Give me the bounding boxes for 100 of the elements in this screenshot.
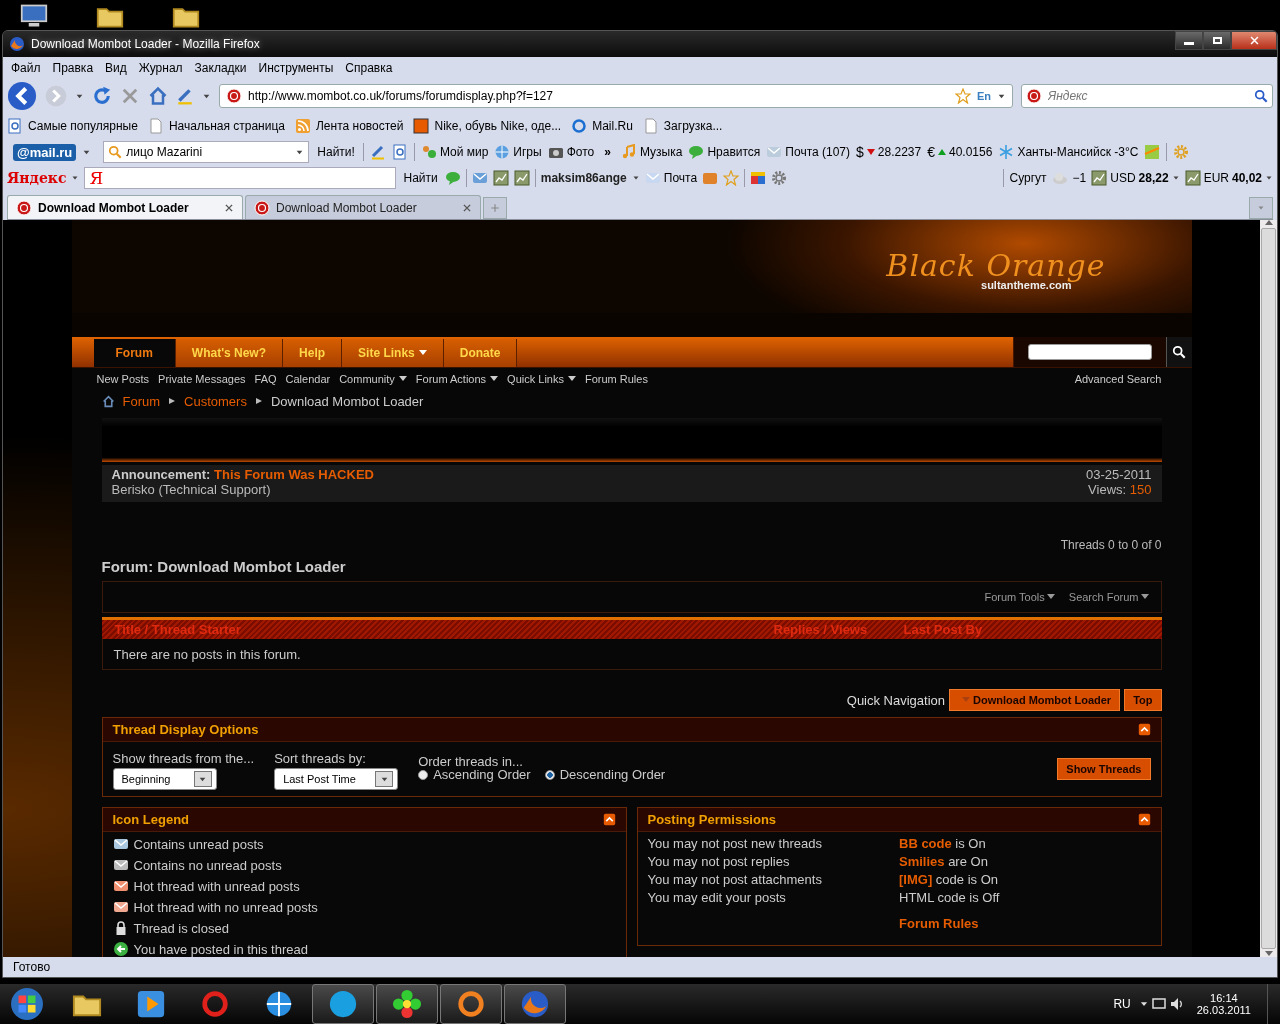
collapse-icon[interactable] (1137, 813, 1151, 826)
advanced-search-link[interactable]: Advanced Search (1074, 373, 1162, 385)
star-icon[interactable] (954, 88, 971, 104)
nav-tab[interactable]: Forum (93, 339, 176, 367)
caret-icon[interactable] (398, 376, 407, 382)
scrollbar[interactable] (1260, 220, 1277, 957)
toolbar-link[interactable]: Фото (566, 145, 595, 159)
menu-item[interactable]: Журнал (138, 61, 183, 75)
cube-icon[interactable] (750, 170, 767, 186)
nav-tab[interactable]: What's New? (175, 339, 284, 367)
pencil-icon[interactable] (176, 87, 194, 105)
forum-rules-link[interactable]: Forum Rules (899, 916, 1151, 931)
menu-item[interactable]: Правка (52, 61, 94, 75)
reload-icon[interactable] (92, 86, 112, 106)
search-field[interactable]: лицо Mazarini (103, 141, 310, 163)
breadcrumb-link[interactable]: Customers (184, 393, 247, 409)
toolbar-link[interactable]: Музыка (639, 145, 683, 159)
taskbar-button[interactable] (440, 984, 502, 1024)
maximize-button[interactable] (1203, 31, 1231, 50)
menu-item[interactable]: Вид (105, 61, 127, 75)
star-icon[interactable] (723, 170, 740, 186)
toolbar-logo[interactable]: Яндекс (7, 170, 67, 186)
exchange-rate[interactable]: 28.2237 (877, 145, 922, 159)
bookmark-link[interactable]: Самые популярные (28, 119, 138, 133)
city-name[interactable]: Сургут (1009, 171, 1047, 185)
announcement-link[interactable]: This Forum Was HACKED (214, 467, 374, 482)
menu-item[interactable]: Справка (345, 61, 393, 75)
collapse-icon[interactable] (1137, 723, 1151, 736)
network-icon[interactable] (1150, 996, 1167, 1012)
subnav-link[interactable]: Forum Actions (415, 373, 487, 385)
caret-icon[interactable] (567, 376, 576, 382)
show-threads-button[interactable]: Show Threads (1057, 758, 1151, 780)
collapse-icon[interactable] (602, 813, 616, 826)
more-link[interactable]: » (600, 145, 615, 159)
search-field[interactable] (1027, 344, 1152, 360)
bookmark-link[interactable]: Mail.Ru (592, 119, 633, 133)
translate-label[interactable]: En (976, 90, 991, 102)
close-button[interactable] (1231, 31, 1277, 50)
currency-value[interactable]: 40,02 (1231, 171, 1262, 185)
caret-icon[interactable] (490, 376, 499, 382)
subnav-link[interactable]: Calendar (285, 373, 331, 385)
subnav-link[interactable]: Community (339, 373, 395, 385)
toolbar-logo[interactable]: @mail.ru (13, 143, 77, 161)
pencil-icon[interactable] (369, 144, 386, 160)
forum-jump-button[interactable]: Download Mombot Loader (949, 689, 1121, 711)
temperature[interactable]: −1 (1072, 171, 1087, 185)
toolbar-link[interactable]: Игры (513, 145, 542, 159)
menu-item[interactable]: Файл (11, 61, 41, 75)
search-field[interactable]: Я (84, 167, 397, 189)
home-icon[interactable] (148, 86, 168, 106)
monitor-icon[interactable] (20, 2, 48, 30)
close-icon[interactable] (224, 202, 234, 213)
bookmark-link[interactable]: Загрузка... (663, 119, 723, 133)
back-icon[interactable] (7, 81, 37, 111)
top-button[interactable]: Top (1124, 689, 1162, 711)
bookmark-link[interactable]: Nike, обувь Nike, оде... (434, 119, 562, 133)
subnav-link[interactable]: New Posts (96, 373, 150, 385)
menu-item[interactable]: Инструменты (258, 61, 334, 75)
toolbar-link[interactable]: Почта (107) (785, 145, 850, 159)
subnav-link[interactable]: Quick Links (507, 373, 564, 385)
browser-tab[interactable]: Download Mombot Loader (245, 195, 481, 219)
search-icon[interactable] (1254, 89, 1268, 103)
currency-label[interactable]: EUR (1203, 171, 1229, 185)
exchange-rate[interactable]: 40.0156 (949, 145, 993, 159)
gear-icon[interactable] (771, 170, 788, 186)
page-icon[interactable] (391, 144, 408, 160)
radio-button[interactable] (544, 769, 555, 780)
close-icon[interactable] (462, 202, 472, 213)
address-field[interactable]: http://www.mombot.co.uk/forums/forumdisplay.php?f=127 En (219, 84, 1013, 108)
speaker-icon[interactable] (1168, 996, 1185, 1012)
minimize-button[interactable] (1175, 31, 1203, 50)
currency-value[interactable]: 28,22 (1138, 171, 1169, 185)
taskbar-button[interactable] (312, 984, 374, 1024)
select-field[interactable]: Last Post Time (274, 768, 399, 790)
radio-button[interactable] (418, 769, 429, 780)
select-field[interactable]: Beginning (112, 768, 217, 790)
subnav-link[interactable]: FAQ (254, 373, 277, 385)
language-indicator[interactable]: RU (1113, 997, 1131, 1011)
toolbar-link[interactable]: Нравится (707, 145, 761, 159)
taskbar-button[interactable] (504, 984, 566, 1024)
radio-label[interactable]: Ascending Order (433, 767, 531, 782)
tools-menu[interactable]: Search Forum (1068, 591, 1139, 603)
search-button[interactable] (1165, 337, 1192, 367)
clock-time[interactable]: 16:14 (1210, 992, 1238, 1004)
toolbar-link[interactable]: Ханты-Мансийск -3°C (1017, 145, 1139, 159)
caret-icon[interactable] (1140, 594, 1149, 600)
caret-icon[interactable] (631, 174, 640, 182)
menu-item[interactable]: Закладки (194, 61, 247, 75)
site-logo[interactable]: Black Orange (886, 248, 1106, 283)
nav-tab[interactable]: Site Links (342, 339, 444, 367)
mail-link[interactable]: Почта (663, 171, 698, 185)
caret-icon[interactable] (71, 174, 80, 182)
user-name[interactable]: maksim86ange (540, 171, 627, 185)
home-icon[interactable] (101, 394, 115, 408)
subnav-link[interactable]: Private Messages (158, 373, 246, 385)
engine-icon[interactable] (1026, 88, 1042, 104)
nav-tab[interactable]: Donate (443, 339, 518, 367)
start-button[interactable] (10, 987, 44, 1021)
caret-icon[interactable] (1171, 174, 1180, 182)
browser-tab[interactable]: Download Mombot Loader (7, 195, 243, 219)
